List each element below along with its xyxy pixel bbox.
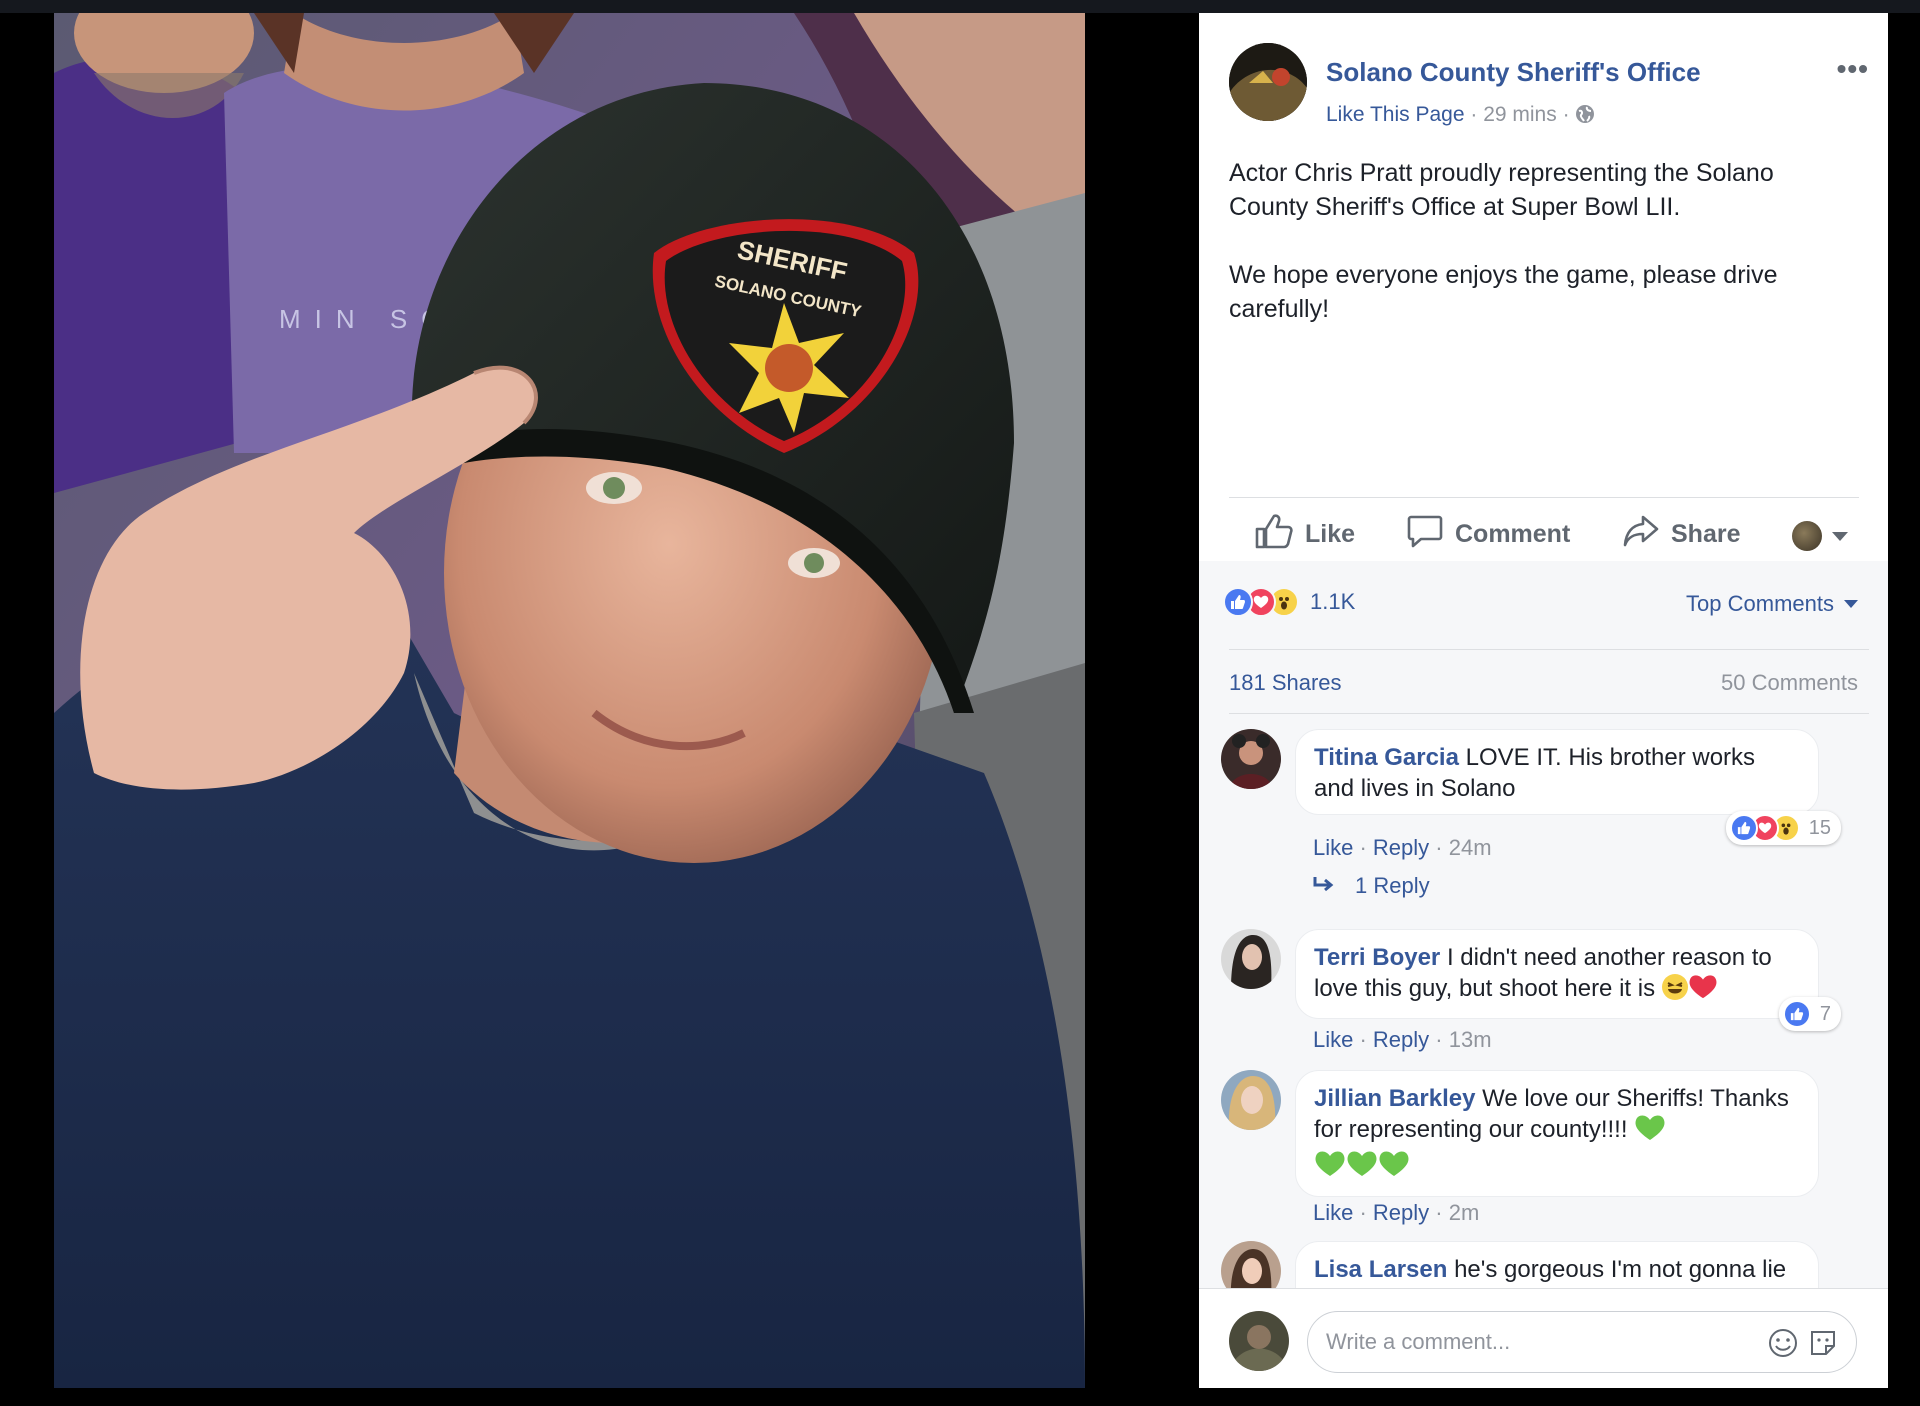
page-avatar-image — [1229, 43, 1307, 121]
current-user-avatar — [1229, 1311, 1289, 1371]
reply-arrow-icon — [1313, 873, 1355, 899]
green-heart-emoji-icon — [1634, 1114, 1666, 1150]
commenter-avatar[interactable] — [1221, 1070, 1281, 1130]
comment-reply-link[interactable]: Reply — [1373, 1200, 1429, 1225]
like-button[interactable]: Like — [1255, 513, 1355, 555]
comment-time[interactable]: 13m — [1449, 1027, 1492, 1052]
comment-time[interactable]: 2m — [1449, 1200, 1480, 1225]
like-this-page-link[interactable]: Like This Page — [1326, 103, 1465, 126]
comment-actions: Like · Reply · 13m — [1313, 1027, 1492, 1052]
reactions-summary[interactable]: 1.1K — [1223, 587, 1355, 617]
comment-input[interactable]: Write a comment... — [1307, 1311, 1857, 1373]
shares-count[interactable]: 181 Shares — [1229, 670, 1342, 696]
reactions-count[interactable]: 1.1K — [1310, 589, 1355, 615]
post-meta: Like This Page · 29 mins · — [1326, 103, 1595, 130]
comment-author[interactable]: Jillian Barkley — [1314, 1085, 1475, 1112]
green-heart-emoji-icon — [1378, 1150, 1410, 1186]
top-comments-dropdown[interactable]: Top Comments — [1686, 591, 1858, 617]
post-text-paragraph-2: We hope everyone enjoys the game, please… — [1229, 261, 1778, 323]
comment-bubble: Titina Garcia LOVE IT. His brother works… — [1295, 729, 1819, 815]
commenter-avatar[interactable] — [1221, 729, 1281, 789]
post-header: Solano County Sheriff's Office Like This… — [1229, 43, 1869, 133]
comment-reactions-count: 7 — [1819, 1002, 1831, 1025]
like-reaction-icon — [1223, 587, 1253, 617]
comment-item: Jillian Barkley We love our Sheriffs! Th… — [1221, 1070, 1841, 1225]
comment-text: he's gorgeous I'm not gonna lie — [1447, 1256, 1787, 1283]
post-photo[interactable]: MIN SOT SHERIFF SOLANO COUNTY — [54, 13, 1085, 1388]
globe-icon — [1575, 104, 1595, 130]
comment-author[interactable]: Terri Boyer — [1314, 944, 1440, 971]
comment-time[interactable]: 24m — [1449, 835, 1492, 860]
post-text-paragraph-1: Actor Chris Pratt proudly representing t… — [1229, 159, 1774, 221]
comment-item: Terri Boyer I didn't need another reason… — [1221, 929, 1841, 1059]
post-time[interactable]: 29 mins — [1483, 103, 1557, 126]
sticker-icon[interactable] — [1808, 1328, 1838, 1363]
commenter-avatar[interactable] — [1221, 929, 1281, 989]
comment-bubble: Jillian Barkley We love our Sheriffs! Th… — [1295, 1070, 1819, 1197]
comment-bubble: Terri Boyer I didn't need another reason… — [1295, 929, 1819, 1019]
comment-actions: Like · Reply · 2m — [1313, 1200, 1480, 1225]
thumbs-up-icon — [1255, 513, 1305, 556]
comment-reply-link[interactable]: Reply — [1373, 835, 1429, 860]
comment-item: Titina Garcia LOVE IT. His brother works… — [1221, 729, 1841, 869]
smiley-icon[interactable] — [1768, 1328, 1798, 1363]
post-panel: Solano County Sheriff's Office Like This… — [1199, 13, 1888, 1388]
comment-composer: Write a comment... — [1199, 1288, 1888, 1388]
like-label: Like — [1305, 519, 1356, 548]
photo-illustration: MIN SOT SHERIFF SOLANO COUNTY — [54, 13, 1085, 1388]
top-chrome-strip — [0, 0, 1920, 13]
green-heart-emoji-icon — [1346, 1150, 1378, 1186]
comment-author[interactable]: Lisa Larsen — [1314, 1256, 1447, 1283]
comment-label: Comment — [1455, 519, 1571, 548]
comment-actions: Like · Reply · 24m — [1313, 835, 1492, 860]
comments-count[interactable]: 50 Comments — [1721, 670, 1858, 696]
meta-separator: · — [1464, 103, 1484, 126]
heart-emoji-icon — [1688, 974, 1718, 1008]
more-options-icon[interactable]: ••• — [1837, 53, 1869, 85]
comment-like-link[interactable]: Like — [1313, 1200, 1353, 1225]
top-comments-label: Top Comments — [1686, 591, 1834, 616]
comment-author[interactable]: Titina Garcia — [1314, 744, 1459, 771]
green-heart-emoji-icon — [1314, 1150, 1346, 1186]
share-arrow-icon — [1623, 514, 1671, 555]
comment-reactions-count: 15 — [1808, 816, 1831, 839]
comment-button[interactable]: Comment — [1407, 513, 1570, 555]
comment-reactions-badge[interactable]: 7 — [1778, 997, 1841, 1031]
comment-placeholder: Write a comment... — [1326, 1329, 1511, 1354]
divider — [1229, 649, 1869, 650]
view-replies-link[interactable]: 1 Reply — [1313, 873, 1430, 899]
meta-separator: · — [1556, 103, 1576, 126]
like-reaction-icon — [1729, 814, 1758, 842]
caret-down-icon — [1844, 600, 1858, 608]
share-label: Share — [1671, 519, 1741, 548]
comments-section: 1.1K Top Comments 181 Shares 50 Comments… — [1199, 561, 1888, 1388]
comment-icon — [1407, 513, 1455, 556]
post-as-selector[interactable] — [1792, 521, 1848, 551]
comment-reactions-badge[interactable]: 15 — [1725, 811, 1841, 845]
divider — [1229, 713, 1869, 714]
comment-like-link[interactable]: Like — [1313, 835, 1353, 860]
comment-like-link[interactable]: Like — [1313, 1027, 1353, 1052]
post-text: Actor Chris Pratt proudly representing t… — [1229, 156, 1849, 326]
laughing-emoji-icon — [1661, 974, 1688, 1000]
caret-down-icon — [1832, 531, 1848, 541]
page-name-link[interactable]: Solano County Sheriff's Office — [1326, 57, 1701, 88]
comment-reply-link[interactable]: Reply — [1373, 1027, 1429, 1052]
page-avatar[interactable] — [1229, 43, 1307, 121]
like-reaction-icon — [1782, 1000, 1811, 1028]
replies-count: 1 Reply — [1355, 873, 1430, 898]
share-button[interactable]: Share — [1623, 513, 1740, 555]
post-as-avatar — [1792, 521, 1822, 551]
